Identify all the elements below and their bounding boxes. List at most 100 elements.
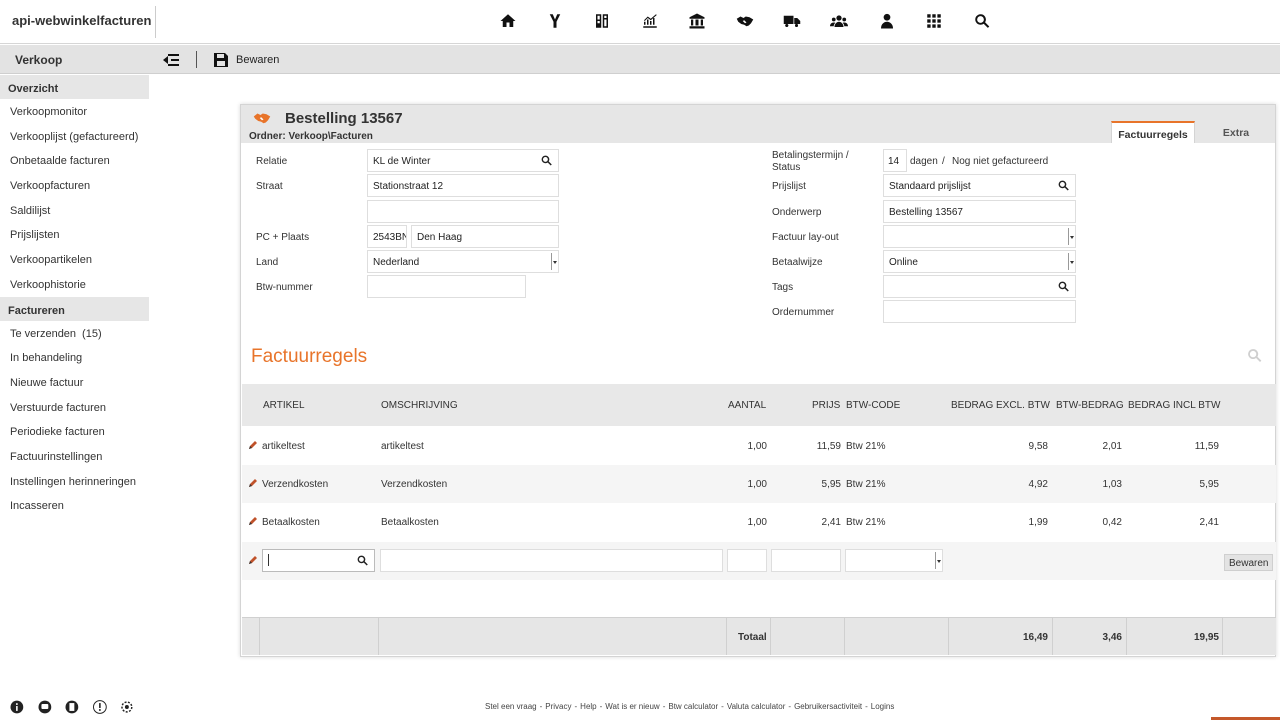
sidebar-item-saldilijst[interactable]: Saldilijst	[0, 198, 149, 223]
cell-artikel: Betaalkosten	[262, 517, 320, 528]
postcode-input[interactable]: 2543BN	[367, 225, 407, 248]
column-divider	[844, 618, 845, 655]
column-omschrijving[interactable]: OMSCHRIJVING	[381, 400, 458, 411]
truck-icon[interactable]	[768, 8, 815, 34]
column-divider	[948, 618, 949, 655]
sidebar-item-onbetaalde-facturen[interactable]: Onbetaalde facturen	[0, 148, 149, 173]
footer-link-logins[interactable]: Logins	[871, 702, 895, 711]
cell-btw-bedrag: 0,42	[1102, 517, 1122, 528]
column-btw-code[interactable]: BTW-CODE	[846, 400, 900, 411]
collapse-sidebar-button[interactable]	[163, 51, 179, 69]
column-prijs[interactable]: PRIJS	[812, 400, 840, 411]
sidebar-item-prijslijsten[interactable]: Prijslijsten	[0, 222, 149, 247]
new-aantal-input[interactable]	[727, 549, 767, 572]
chart-line-icon[interactable]	[626, 8, 673, 34]
prijslijst-input[interactable]: Standaard prijslijst	[883, 174, 1076, 197]
search-icon[interactable]	[1057, 280, 1070, 293]
column-btw-bedrag[interactable]: BTW-BEDRAG	[1056, 400, 1124, 411]
search-icon[interactable]	[1057, 179, 1070, 192]
straat-input[interactable]: Stationstraat 12	[367, 174, 559, 197]
search-icon[interactable]	[958, 8, 1005, 34]
bank-icon[interactable]	[674, 8, 721, 34]
column-bedrag-incl-btw[interactable]: BEDRAG INCL BTW	[1128, 400, 1220, 411]
new-artikel-input[interactable]	[262, 549, 375, 572]
cell-btw-code: Btw 21%	[846, 441, 886, 452]
footer-link-btw-calculator[interactable]: Btw calculator	[668, 702, 718, 711]
document-icon[interactable]	[65, 700, 93, 714]
footer-link-help[interactable]: Help	[580, 702, 596, 711]
onderwerp-input[interactable]: Bestelling 13567	[883, 200, 1076, 223]
plaats-input[interactable]: Den Haag	[411, 225, 559, 248]
new-prijs-input[interactable]	[771, 549, 841, 572]
edit-pencil-icon[interactable]	[248, 516, 258, 526]
info-icon[interactable]	[10, 700, 38, 714]
new-line-row: Bewaren	[242, 542, 1276, 580]
sidebar-item-verkoopartikelen[interactable]: Verkoopartikelen	[0, 247, 149, 272]
user-icon[interactable]	[863, 8, 910, 34]
sidebar-item-incasseren[interactable]: Incasseren	[0, 493, 149, 518]
relatie-input[interactable]: KL de Winter	[367, 149, 559, 172]
sidebar-item-verkoophistorie[interactable]: Verkoophistorie	[0, 272, 149, 297]
dropdown-arrow-icon	[935, 552, 941, 569]
settings-icon[interactable]	[120, 700, 148, 714]
edit-pencil-icon[interactable]	[248, 478, 258, 488]
sidebar-item-verstuurde-facturen[interactable]: Verstuurde facturen	[0, 395, 149, 420]
cell-omschrijving: artikeltest	[381, 441, 424, 452]
sidebar-item-te-verzenden[interactable]: Te verzenden (15)	[0, 321, 149, 346]
sidebar-item-nieuwe-factuur[interactable]: Nieuwe factuur	[0, 370, 149, 395]
chat-icon[interactable]	[37, 700, 66, 714]
column-artikel[interactable]: ARTIKEL	[263, 400, 305, 411]
table-row[interactable]: Betaalkosten Betaalkosten 1,00 2,41 Btw …	[242, 503, 1276, 541]
app-title[interactable]: api-webwinkelfacturen	[12, 13, 151, 28]
new-omschrijving-input[interactable]	[380, 549, 723, 572]
sidebar-item-periodieke-facturen[interactable]: Periodieke facturen	[0, 419, 149, 444]
tags-input[interactable]	[883, 275, 1076, 298]
sidebar-item-in-behandeling[interactable]: In behandeling	[0, 345, 149, 370]
dashboard-icon[interactable]	[579, 8, 626, 34]
sidebar-item-verkoopfacturen[interactable]: Verkoopfacturen	[0, 173, 149, 198]
onderwerp-label: Onderwerp	[772, 207, 822, 218]
home-icon[interactable]	[484, 8, 531, 34]
sidebar-item-instellingen-herinneringen[interactable]: Instellingen herinneringen	[0, 469, 149, 494]
cell-bedrag-excl: 1,99	[1028, 517, 1048, 528]
prijslijst-label: Prijslijst	[772, 181, 806, 192]
btw-nummer-input[interactable]	[367, 275, 526, 298]
land-select[interactable]: Nederland	[367, 250, 559, 273]
table-row[interactable]: artikeltest artikeltest 1,00 11,59 Btw 2…	[242, 427, 1276, 465]
ordernummer-input[interactable]	[883, 300, 1076, 323]
footer-link-gebruikersactiviteit[interactable]: Gebruikersactiviteit	[794, 702, 862, 711]
table-row[interactable]: Verzendkosten Verzendkosten 1,00 5,95 Bt…	[242, 465, 1276, 503]
sidebar-group-overzicht: Overzicht	[0, 75, 149, 99]
betalingstermijn-input[interactable]: 14	[883, 149, 907, 172]
footer-link-wat-is-er-nieuw[interactable]: Wat is er nieuw	[605, 702, 659, 711]
new-btw-code-select[interactable]	[845, 549, 943, 572]
tab-extra[interactable]: Extra	[1196, 121, 1276, 143]
betaalwijze-select[interactable]: Online	[883, 250, 1076, 273]
y-logo-icon[interactable]	[531, 8, 578, 34]
save-line-button[interactable]: Bewaren	[1224, 554, 1274, 571]
apps-grid-icon[interactable]	[911, 8, 958, 34]
sidebar-item-verkoopmonitor[interactable]: Verkoopmonitor	[0, 99, 149, 124]
order-header: Bestelling 13567 Ordner: Verkoop\Facture…	[241, 105, 1275, 143]
sidebar-item-verkooplijst[interactable]: Verkooplijst (gefactureerd)	[0, 124, 149, 149]
footer-link-privacy[interactable]: Privacy	[545, 702, 571, 711]
edit-pencil-icon[interactable]	[248, 440, 258, 450]
search-icon[interactable]	[1246, 347, 1263, 364]
sidebar-item-factuurinstellingen[interactable]: Factuurinstellingen	[0, 444, 149, 469]
edit-pencil-icon[interactable]	[248, 555, 258, 565]
handshake-icon[interactable]	[721, 8, 768, 34]
search-icon[interactable]	[540, 154, 553, 167]
factuur-layout-select[interactable]	[883, 225, 1076, 248]
column-aantal[interactable]: AANTAL	[728, 400, 766, 411]
users-icon[interactable]	[816, 8, 863, 34]
footer-link-stel-een-vraag[interactable]: Stel een vraag	[485, 702, 537, 711]
save-button[interactable]: Bewaren	[214, 51, 279, 69]
column-bedrag-excl-btw[interactable]: BEDRAG EXCL. BTW	[951, 400, 1050, 411]
status-label: Status	[772, 162, 801, 173]
footer-link-valuta-calculator[interactable]: Valuta calculator	[727, 702, 786, 711]
search-icon[interactable]	[356, 554, 369, 567]
tab-factuurregels[interactable]: Factuurregels	[1111, 121, 1195, 143]
straat-extra-input[interactable]	[367, 200, 559, 223]
alert-icon[interactable]	[92, 700, 121, 714]
betaalwijze-label: Betaalwijze	[772, 257, 823, 268]
